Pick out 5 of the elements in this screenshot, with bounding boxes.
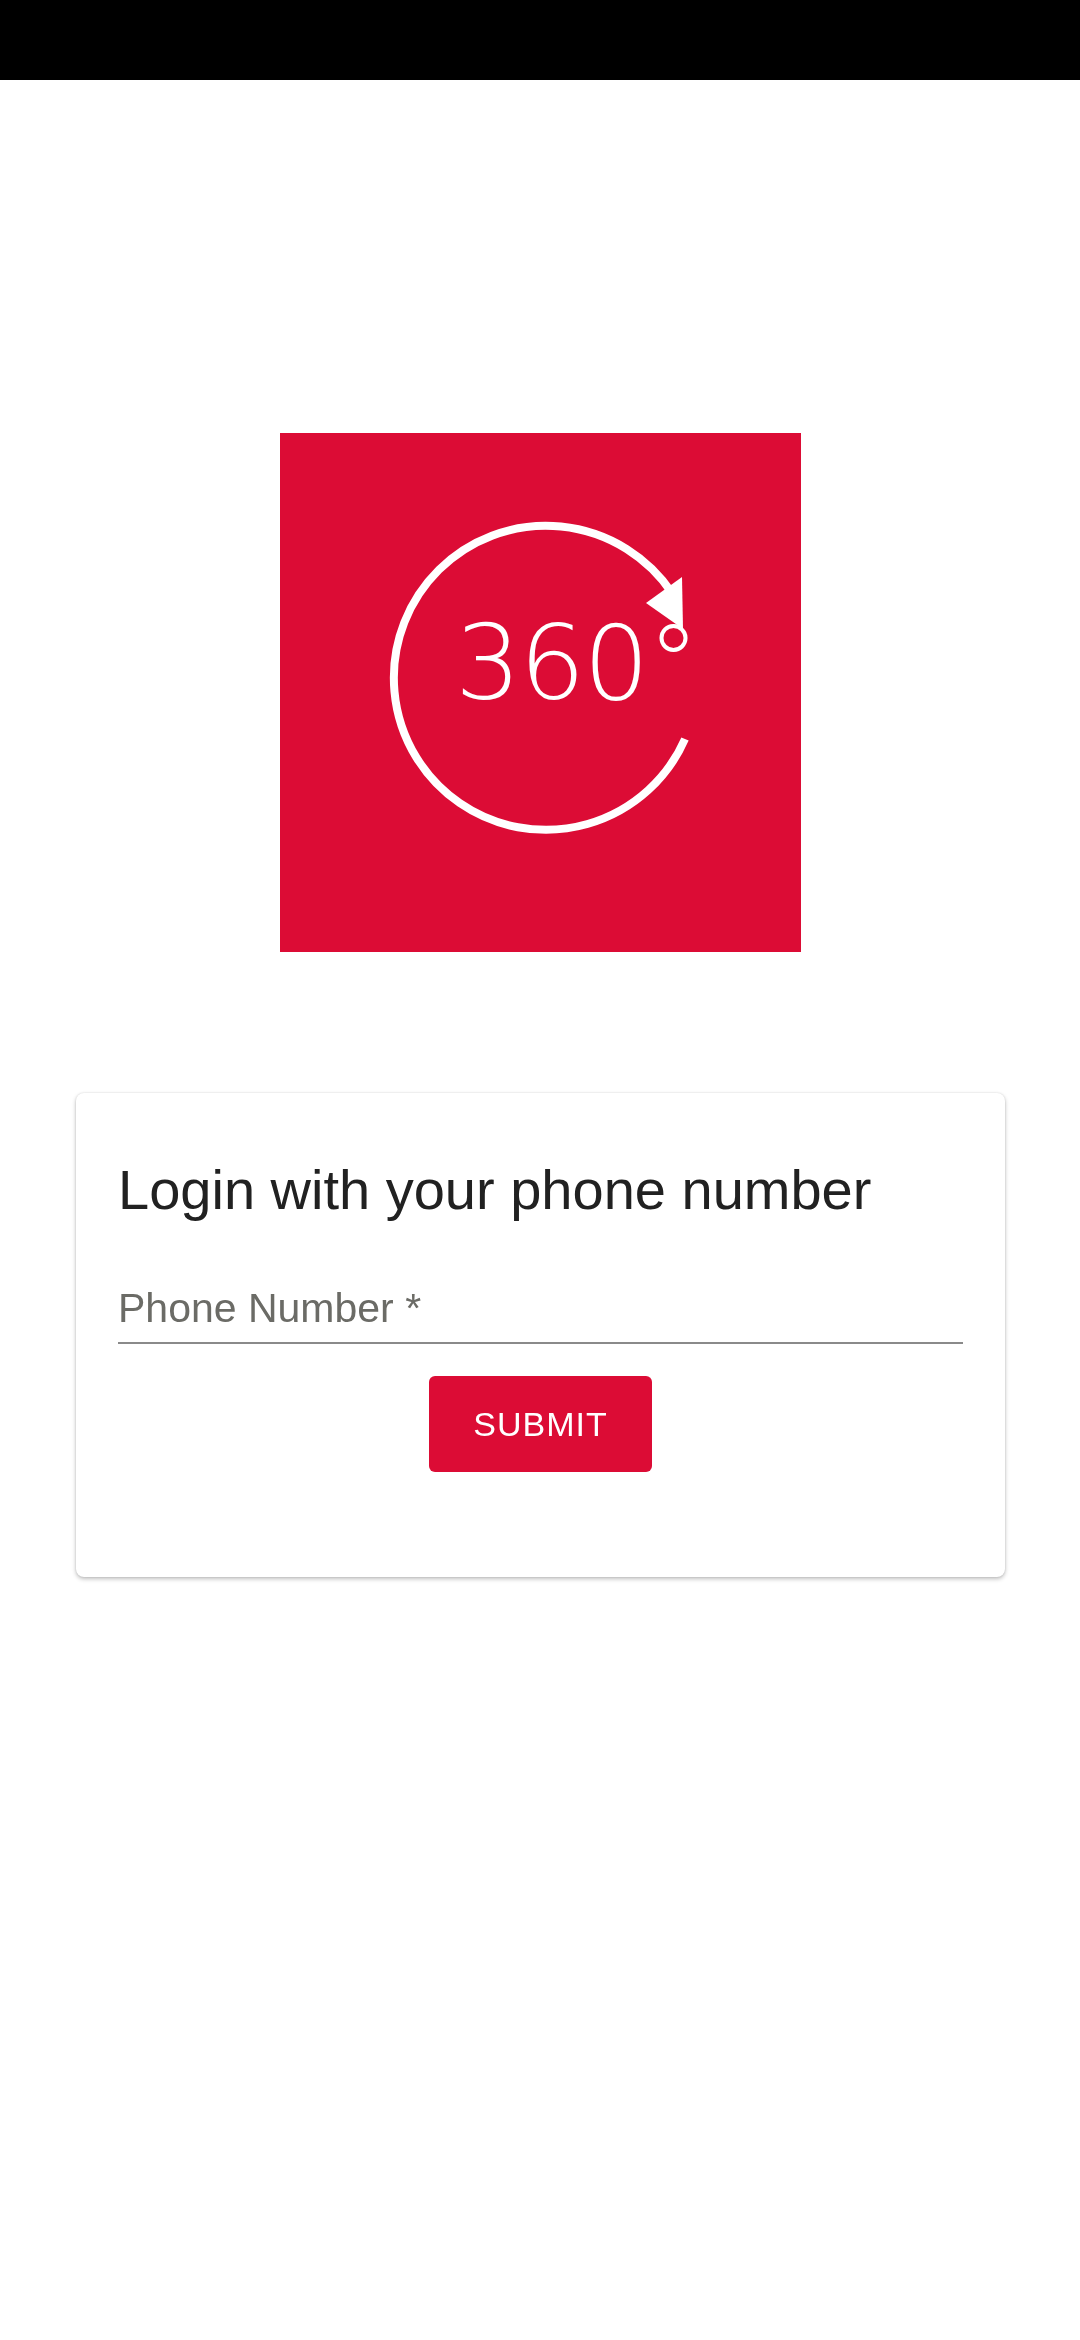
phone-number-field[interactable]: Phone Number * (118, 1285, 963, 1344)
login-title: Login with your phone number (118, 1157, 873, 1223)
circular-arrow-icon (390, 522, 689, 834)
submit-button[interactable]: SUBMIT (429, 1376, 652, 1472)
logo-text: 360° (455, 611, 698, 715)
